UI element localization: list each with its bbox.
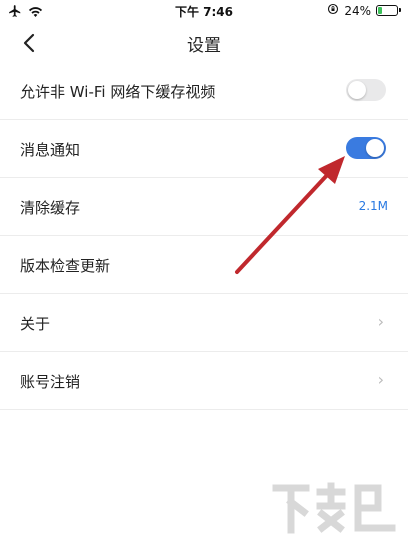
orientation-lock-icon: [327, 3, 339, 18]
wifi-cache-toggle[interactable]: [346, 79, 386, 101]
toggle-knob: [366, 139, 384, 157]
setting-label-notifications: 消息通知: [20, 141, 81, 159]
setting-row-delete-account[interactable]: 账号注销 ›: [0, 352, 408, 410]
status-bar: 下午 7:46 24%: [0, 0, 408, 22]
setting-label-clear-cache: 清除缓存: [20, 199, 81, 217]
notifications-toggle[interactable]: [346, 137, 386, 159]
setting-row-wifi-cache: 允许非 Wi-Fi 网络下缓存视频: [0, 62, 408, 120]
setting-row-about[interactable]: 关于 ›: [0, 294, 408, 352]
setting-row-clear-cache[interactable]: 清除缓存 2.1M: [0, 178, 408, 236]
watermark-logo: [272, 482, 396, 534]
status-bar-right: 24%: [327, 3, 401, 18]
nav-bar: 设置: [0, 22, 408, 62]
chevron-right-icon: ›: [377, 312, 384, 331]
battery-percent: 24%: [344, 3, 371, 18]
chevron-right-icon: ›: [377, 370, 384, 389]
settings-list: 允许非 Wi-Fi 网络下缓存视频 消息通知 清除缓存 2.1M 版本检查更新 …: [0, 62, 408, 410]
setting-label-delete-account: 账号注销: [20, 373, 81, 391]
page-title: 设置: [187, 36, 221, 56]
battery-icon: [376, 5, 401, 16]
toggle-knob: [348, 81, 366, 99]
setting-label-about: 关于: [20, 315, 51, 333]
cache-size-value: 2.1M: [358, 199, 388, 213]
battery-level: [378, 7, 382, 14]
setting-label-wifi-cache: 允许非 Wi-Fi 网络下缓存视频: [20, 83, 216, 101]
setting-label-check-update: 版本检查更新: [20, 257, 111, 275]
setting-row-notifications: 消息通知: [0, 120, 408, 178]
settings-screen: 下午 7:46 24% 设置 允许非 Wi-Fi 网络下缓存视频 消息通知 清除…: [0, 0, 408, 541]
setting-row-check-update[interactable]: 版本检查更新: [0, 236, 408, 294]
